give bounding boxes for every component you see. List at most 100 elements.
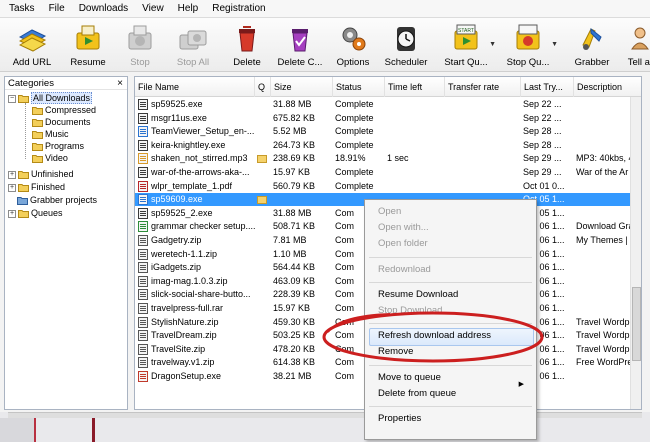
- cell-last: Sep 22 ...: [523, 112, 562, 123]
- start-queue-button[interactable]: START Start Qu... ▼: [438, 21, 496, 71]
- tree-item-documents[interactable]: Documents: [32, 116, 91, 128]
- cell-queue: [255, 180, 271, 193]
- tree-item-queues[interactable]: + Queues: [8, 207, 63, 219]
- tree-item-video[interactable]: Video: [32, 152, 68, 164]
- table-row[interactable]: war-of-the-arrows-aka-... 15.97 KB Complet…: [135, 166, 631, 179]
- resume-button[interactable]: Resume: [60, 21, 116, 71]
- menu-file[interactable]: File: [49, 3, 65, 14]
- vertical-scrollbar[interactable]: [630, 97, 641, 409]
- scheduler-button[interactable]: Scheduler: [378, 21, 434, 71]
- tree-item-music[interactable]: Music: [32, 128, 69, 140]
- cell-size: 459.30 KB: [273, 316, 316, 327]
- table-row[interactable]: TeamViewer_Setup_en-... 5.52 MB Complete Se…: [135, 125, 631, 138]
- expand-toggle-icon[interactable]: −: [8, 94, 16, 103]
- tree-item-programs[interactable]: Programs: [32, 140, 84, 152]
- menu-item-remove[interactable]: Remove: [378, 344, 413, 360]
- menu-item-refresh-download-address[interactable]: Refresh download address: [378, 328, 491, 344]
- add-url-button[interactable]: Add URL: [4, 21, 60, 71]
- folder-icon: [32, 119, 43, 128]
- tree-item-unfinished[interactable]: + Unfinished: [8, 168, 74, 180]
- stop-all-button[interactable]: Stop All: [165, 21, 221, 71]
- cell-queue: [255, 329, 271, 342]
- cell-time: 1 sec: [387, 153, 409, 164]
- tree-item-finished[interactable]: + Finished: [8, 181, 65, 193]
- column-file-name[interactable]: File Name: [135, 77, 255, 97]
- menu-downloads[interactable]: Downloads: [79, 3, 128, 14]
- tree-item-label: Video: [45, 153, 68, 163]
- table-row[interactable]: msgr11us.exe 675.82 KB Complete Sep 22 ...: [135, 112, 631, 125]
- column-last-try[interactable]: Last Try...: [521, 77, 574, 97]
- scheduler-icon: [397, 27, 415, 51]
- menu-registration[interactable]: Registration: [212, 3, 265, 14]
- start-queue-dropdown-icon[interactable]: ▼: [489, 41, 496, 48]
- options-button[interactable]: Options: [325, 21, 381, 71]
- menu-item-stop-download[interactable]: Stop Download: [378, 303, 442, 319]
- scheduler-label: Scheduler: [384, 57, 428, 68]
- start-queue-icon: START: [454, 24, 478, 50]
- menu-help[interactable]: Help: [178, 3, 199, 14]
- column-time-left[interactable]: Time left: [385, 77, 445, 97]
- menu-item-open[interactable]: Open: [378, 204, 401, 220]
- menu-item-resume-download[interactable]: Resume Download: [378, 287, 458, 303]
- grabber-button[interactable]: Grabber: [564, 21, 620, 71]
- file-type-icon: [138, 139, 148, 151]
- scrollbar-thumb[interactable]: [632, 287, 641, 361]
- table-row[interactable]: sp59525.exe 31.88 MB Complete Sep 22 ...: [135, 98, 631, 111]
- cell-name: sp59525.exe: [151, 99, 203, 109]
- menu-item-open-folder[interactable]: Open folder: [378, 236, 428, 252]
- table-row[interactable]: keira-knightley.exe 264.73 KB Complete Sep …: [135, 139, 631, 152]
- folder-icon: [18, 210, 29, 219]
- menu-bar: Tasks File Downloads View Help Registrat…: [0, 0, 650, 18]
- tell-a-friend-button[interactable]: Tell a F: [615, 21, 650, 71]
- file-type-icon: [138, 167, 148, 178]
- stop-queue-button[interactable]: Stop Qu... ▼: [500, 21, 558, 71]
- stop-queue-dropdown-icon[interactable]: ▼: [551, 41, 558, 48]
- table-row[interactable]: wlpr_template_1.pdf 560.79 KB Complete Oct …: [135, 180, 631, 193]
- stop-icon: [128, 25, 152, 50]
- column-status[interactable]: Status: [333, 77, 385, 97]
- expand-toggle-icon[interactable]: +: [8, 183, 16, 192]
- menu-item-properties[interactable]: Properties: [378, 411, 421, 427]
- cell-queue: [255, 261, 271, 274]
- column-queue[interactable]: Q: [255, 77, 271, 97]
- expand-toggle-icon[interactable]: +: [8, 209, 16, 218]
- column-description[interactable]: Description: [574, 77, 641, 97]
- menu-item-move-to-queue[interactable]: Move to queue: [378, 370, 441, 386]
- menu-item-redownload[interactable]: Redownload: [378, 262, 431, 278]
- menu-tasks[interactable]: Tasks: [9, 3, 35, 14]
- cell-desc: MP3: 40kbs, 4: [576, 153, 631, 164]
- categories-header: Categories ×: [5, 77, 127, 90]
- menu-item-delete-from-queue[interactable]: Delete from queue: [378, 386, 456, 402]
- column-transfer-rate[interactable]: Transfer rate: [445, 77, 521, 97]
- grabber-icon: [582, 27, 602, 50]
- cell-size: 508.71 KB: [273, 221, 316, 232]
- cell-name: travelway.v1.zip: [151, 357, 215, 368]
- tree-item-all-downloads[interactable]: − All Downloads: [8, 92, 93, 104]
- stop-button[interactable]: Stop: [112, 21, 168, 71]
- cell-queue: [255, 207, 271, 220]
- menu-view[interactable]: View: [142, 3, 164, 14]
- tree-item-compressed[interactable]: Compressed: [32, 104, 96, 116]
- menu-item-open-with[interactable]: Open with...: [378, 220, 429, 236]
- table-row[interactable]: shaken_not_stirred.mp3 238.69 KB 18.91% 1 s…: [135, 152, 631, 165]
- tree-item-label: Finished: [31, 182, 66, 192]
- cell-status: Complete: [335, 126, 374, 137]
- cell-status: Complete: [335, 167, 374, 177]
- expand-toggle-icon[interactable]: +: [8, 170, 16, 179]
- tree-item-grabber-projects[interactable]: Grabber projects: [17, 194, 97, 206]
- window-bottom-edge: [0, 412, 650, 442]
- resume-icon: [76, 25, 100, 50]
- close-icon[interactable]: ×: [117, 77, 123, 90]
- queue-folder-icon: [257, 155, 267, 164]
- cell-desc: [574, 370, 631, 383]
- cell-status: 18.91%: [335, 153, 366, 164]
- cell-name: shaken_not_stirred.mp3: [151, 153, 248, 164]
- cell-desc: War of the Ar: [576, 167, 629, 177]
- tree-guide-lines: [25, 103, 26, 159]
- column-size[interactable]: Size: [271, 77, 333, 97]
- tree-item-label: All Downloads: [31, 92, 93, 104]
- delete-completed-button[interactable]: Delete C...: [272, 21, 328, 71]
- cell-queue: [255, 125, 271, 138]
- delete-button[interactable]: Delete: [219, 21, 275, 71]
- cell-desc: [574, 207, 631, 220]
